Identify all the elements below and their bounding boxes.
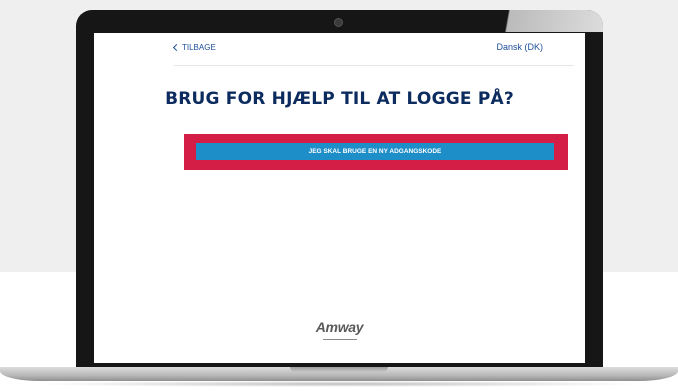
back-link[interactable]: TILBAGE [172,43,216,52]
camera-icon [334,18,343,27]
new-password-button[interactable]: JEG SKAL BRUGE EN NY ADGANGSKODE [196,143,554,160]
laptop-screen: TILBAGE Dansk (DK) BRUG FOR HJÆLP TIL AT… [94,33,585,363]
highlight-box: JEG SKAL BRUGE EN NY ADGANGSKODE [184,134,568,170]
chevron-left-icon [172,43,181,52]
logo-underline [323,339,357,340]
back-link-label: TILBAGE [182,43,216,52]
laptop-frame: TILBAGE Dansk (DK) BRUG FOR HJÆLP TIL AT… [76,10,603,367]
lid-glare [443,10,603,32]
laptop-base-notch [290,367,388,372]
top-nav: TILBAGE Dansk (DK) [94,33,585,67]
language-selector[interactable]: Dansk (DK) [496,42,543,52]
page-title: BRUG FOR HJÆLP TIL AT LOGGE PÅ? [165,89,514,109]
laptop-shadow [30,381,648,387]
nav-divider [174,65,574,66]
amway-logo: Amway [315,319,364,335]
